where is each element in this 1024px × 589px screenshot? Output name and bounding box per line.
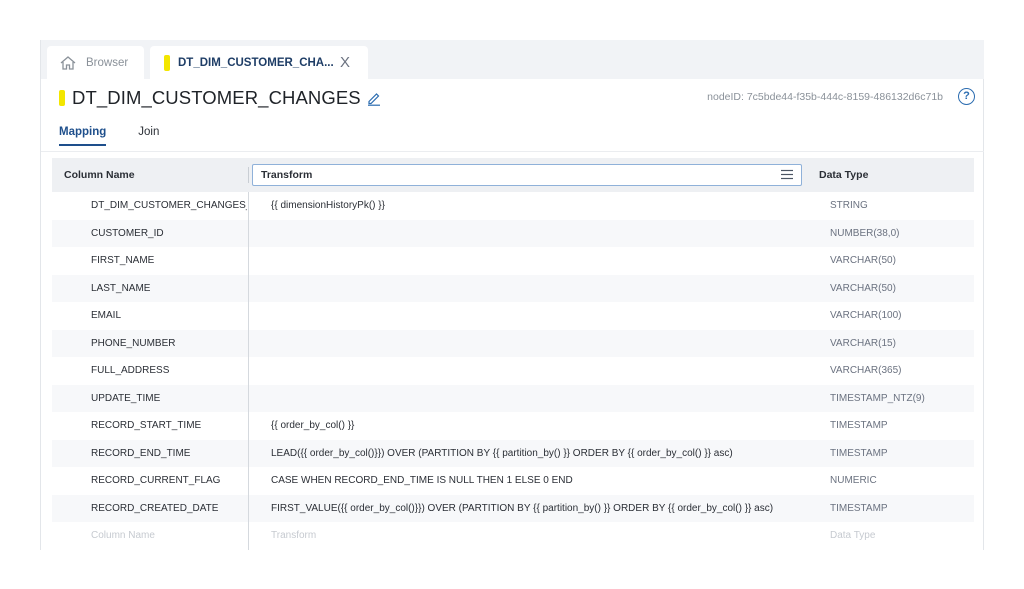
node-id: nodeID: 7c5bde44-f35b-444c-8159-486132d6… xyxy=(707,91,943,103)
table-row[interactable]: LAST_NAME VARCHAR(50) xyxy=(52,274,974,303)
data-type-cell[interactable]: TIMESTAMP xyxy=(830,495,888,523)
column-divider xyxy=(248,384,249,412)
transform-cell[interactable]: LEAD({{ order_by_col()}}) OVER (PARTITIO… xyxy=(271,440,811,468)
data-type-cell[interactable]: VARCHAR(15) xyxy=(830,330,896,358)
column-divider xyxy=(248,357,249,385)
table-row[interactable]: FULL_ADDRESS VARCHAR(365) xyxy=(52,357,974,385)
column-name-cell[interactable]: UPDATE_TIME xyxy=(91,385,247,413)
column-divider xyxy=(248,329,249,357)
grid-body: DT_DIM_CUSTOMER_CHANGES_KEY {{ dimensionH… xyxy=(52,192,974,550)
column-divider xyxy=(248,494,249,522)
tab-join[interactable]: Join xyxy=(138,126,159,146)
sub-tabs: Mapping Join xyxy=(59,126,191,146)
table-row[interactable]: EMAIL VARCHAR(100) xyxy=(52,302,974,330)
transform-cell[interactable]: CASE WHEN RECORD_END_TIME IS NULL THEN 1… xyxy=(271,467,811,495)
transform-cell[interactable] xyxy=(271,330,811,358)
table-row[interactable]: UPDATE_TIME TIMESTAMP_NTZ(9) xyxy=(52,384,974,413)
node-color-marker xyxy=(59,90,65,106)
column-divider xyxy=(248,412,249,440)
column-name-cell[interactable]: LAST_NAME xyxy=(91,275,247,303)
transform-cell[interactable] xyxy=(271,302,811,330)
column-header-type[interactable]: Data Type xyxy=(819,158,868,192)
column-name-cell[interactable]: DT_DIM_CUSTOMER_CHANGES_KEY xyxy=(91,192,247,220)
column-name-cell[interactable]: PHONE_NUMBER xyxy=(91,330,247,358)
column-divider xyxy=(248,247,249,275)
table-row[interactable]: CUSTOMER_ID NUMBER(38,0) xyxy=(52,219,974,248)
data-type-cell[interactable]: VARCHAR(365) xyxy=(830,357,902,385)
column-header-transform-label: Transform xyxy=(261,169,313,181)
tab-node-label: DT_DIM_CUSTOMER_CHA... xyxy=(178,56,334,69)
column-name-cell[interactable]: FIRST_NAME xyxy=(91,247,247,275)
new-column-row[interactable]: Column Name Transform Data Type xyxy=(52,522,974,550)
data-type-cell[interactable]: VARCHAR(50) xyxy=(830,275,896,303)
column-name-cell[interactable]: RECORD_CURRENT_FLAG xyxy=(91,467,247,495)
transform-cell[interactable]: FIRST_VALUE({{ order_by_col()}}) OVER (P… xyxy=(271,495,811,523)
table-row[interactable]: DT_DIM_CUSTOMER_CHANGES_KEY {{ dimensionH… xyxy=(52,192,974,220)
mapping-grid: Column Name Transform Data Type DT_DIM_C… xyxy=(52,158,974,550)
table-row[interactable]: PHONE_NUMBER VARCHAR(15) xyxy=(52,329,974,358)
column-name-cell[interactable]: RECORD_END_TIME xyxy=(91,440,247,468)
tab-mapping[interactable]: Mapping xyxy=(59,126,107,146)
page-title: DT_DIM_CUSTOMER_CHANGES xyxy=(72,87,361,108)
column-divider xyxy=(248,192,249,220)
column-divider xyxy=(248,439,249,467)
home-icon xyxy=(60,55,76,70)
data-type-cell[interactable]: VARCHAR(50) xyxy=(830,247,896,275)
grid-header: Column Name Transform Data Type xyxy=(52,158,974,192)
node-color-marker xyxy=(164,54,170,71)
new-column-name-input[interactable]: Column Name xyxy=(91,522,247,550)
data-type-cell[interactable]: NUMBER(38,0) xyxy=(830,220,899,248)
data-type-cell[interactable]: TIMESTAMP xyxy=(830,440,888,468)
table-row[interactable]: FIRST_NAME VARCHAR(50) xyxy=(52,247,974,275)
node-header: DT_DIM_CUSTOMER_CHANGES xyxy=(59,87,382,109)
new-data-type-input[interactable]: Data Type xyxy=(830,522,875,550)
column-header-name[interactable]: Column Name xyxy=(64,158,135,192)
data-type-cell[interactable]: TIMESTAMP xyxy=(830,412,888,440)
column-divider xyxy=(248,302,249,330)
transform-cell[interactable] xyxy=(271,275,811,303)
transform-cell[interactable] xyxy=(271,247,811,275)
new-transform-input[interactable]: Transform xyxy=(271,522,811,550)
column-name-cell[interactable]: RECORD_START_TIME xyxy=(91,412,247,440)
column-divider[interactable] xyxy=(248,167,249,183)
column-menu-icon[interactable] xyxy=(781,169,793,180)
pencil-icon[interactable] xyxy=(366,90,382,106)
table-row[interactable]: RECORD_CREATED_DATE FIRST_VALUE({{ order_… xyxy=(52,494,974,523)
node-editor-panel: Browser DT_DIM_CUSTOMER_CHA... X DT_DIM_… xyxy=(40,40,984,550)
table-row[interactable]: RECORD_CURRENT_FLAG CASE WHEN RECORD_END_… xyxy=(52,467,974,495)
table-row[interactable]: RECORD_END_TIME LEAD({{ order_by_col()}})… xyxy=(52,439,974,468)
divider xyxy=(41,151,984,152)
transform-cell[interactable]: {{ dimensionHistoryPk() }} xyxy=(271,192,811,220)
data-type-cell[interactable]: TIMESTAMP_NTZ(9) xyxy=(830,385,925,413)
column-name-cell[interactable]: CUSTOMER_ID xyxy=(91,220,247,248)
transform-cell[interactable] xyxy=(271,357,811,385)
close-icon[interactable]: X xyxy=(340,54,350,71)
tab-browser[interactable]: Browser xyxy=(47,46,144,79)
help-icon[interactable]: ? xyxy=(958,88,975,105)
transform-cell[interactable] xyxy=(271,220,811,248)
tab-bar: Browser DT_DIM_CUSTOMER_CHA... X xyxy=(41,40,984,79)
column-name-cell[interactable]: EMAIL xyxy=(91,302,247,330)
tab-node[interactable]: DT_DIM_CUSTOMER_CHA... X xyxy=(150,46,368,79)
column-name-cell[interactable]: FULL_ADDRESS xyxy=(91,357,247,385)
table-row[interactable]: RECORD_START_TIME {{ order_by_col() }} TIM… xyxy=(52,412,974,440)
column-divider xyxy=(248,467,249,495)
column-header-transform[interactable]: Transform xyxy=(252,164,802,186)
column-divider xyxy=(248,522,249,550)
data-type-cell[interactable]: STRING xyxy=(830,192,868,220)
column-divider xyxy=(248,274,249,302)
data-type-cell[interactable]: NUMERIC xyxy=(830,467,877,495)
transform-cell[interactable]: {{ order_by_col() }} xyxy=(271,412,811,440)
transform-cell[interactable] xyxy=(271,385,811,413)
column-name-cell[interactable]: RECORD_CREATED_DATE xyxy=(91,495,247,523)
column-divider xyxy=(248,219,249,247)
data-type-cell[interactable]: VARCHAR(100) xyxy=(830,302,902,330)
tab-browser-label: Browser xyxy=(86,56,129,69)
